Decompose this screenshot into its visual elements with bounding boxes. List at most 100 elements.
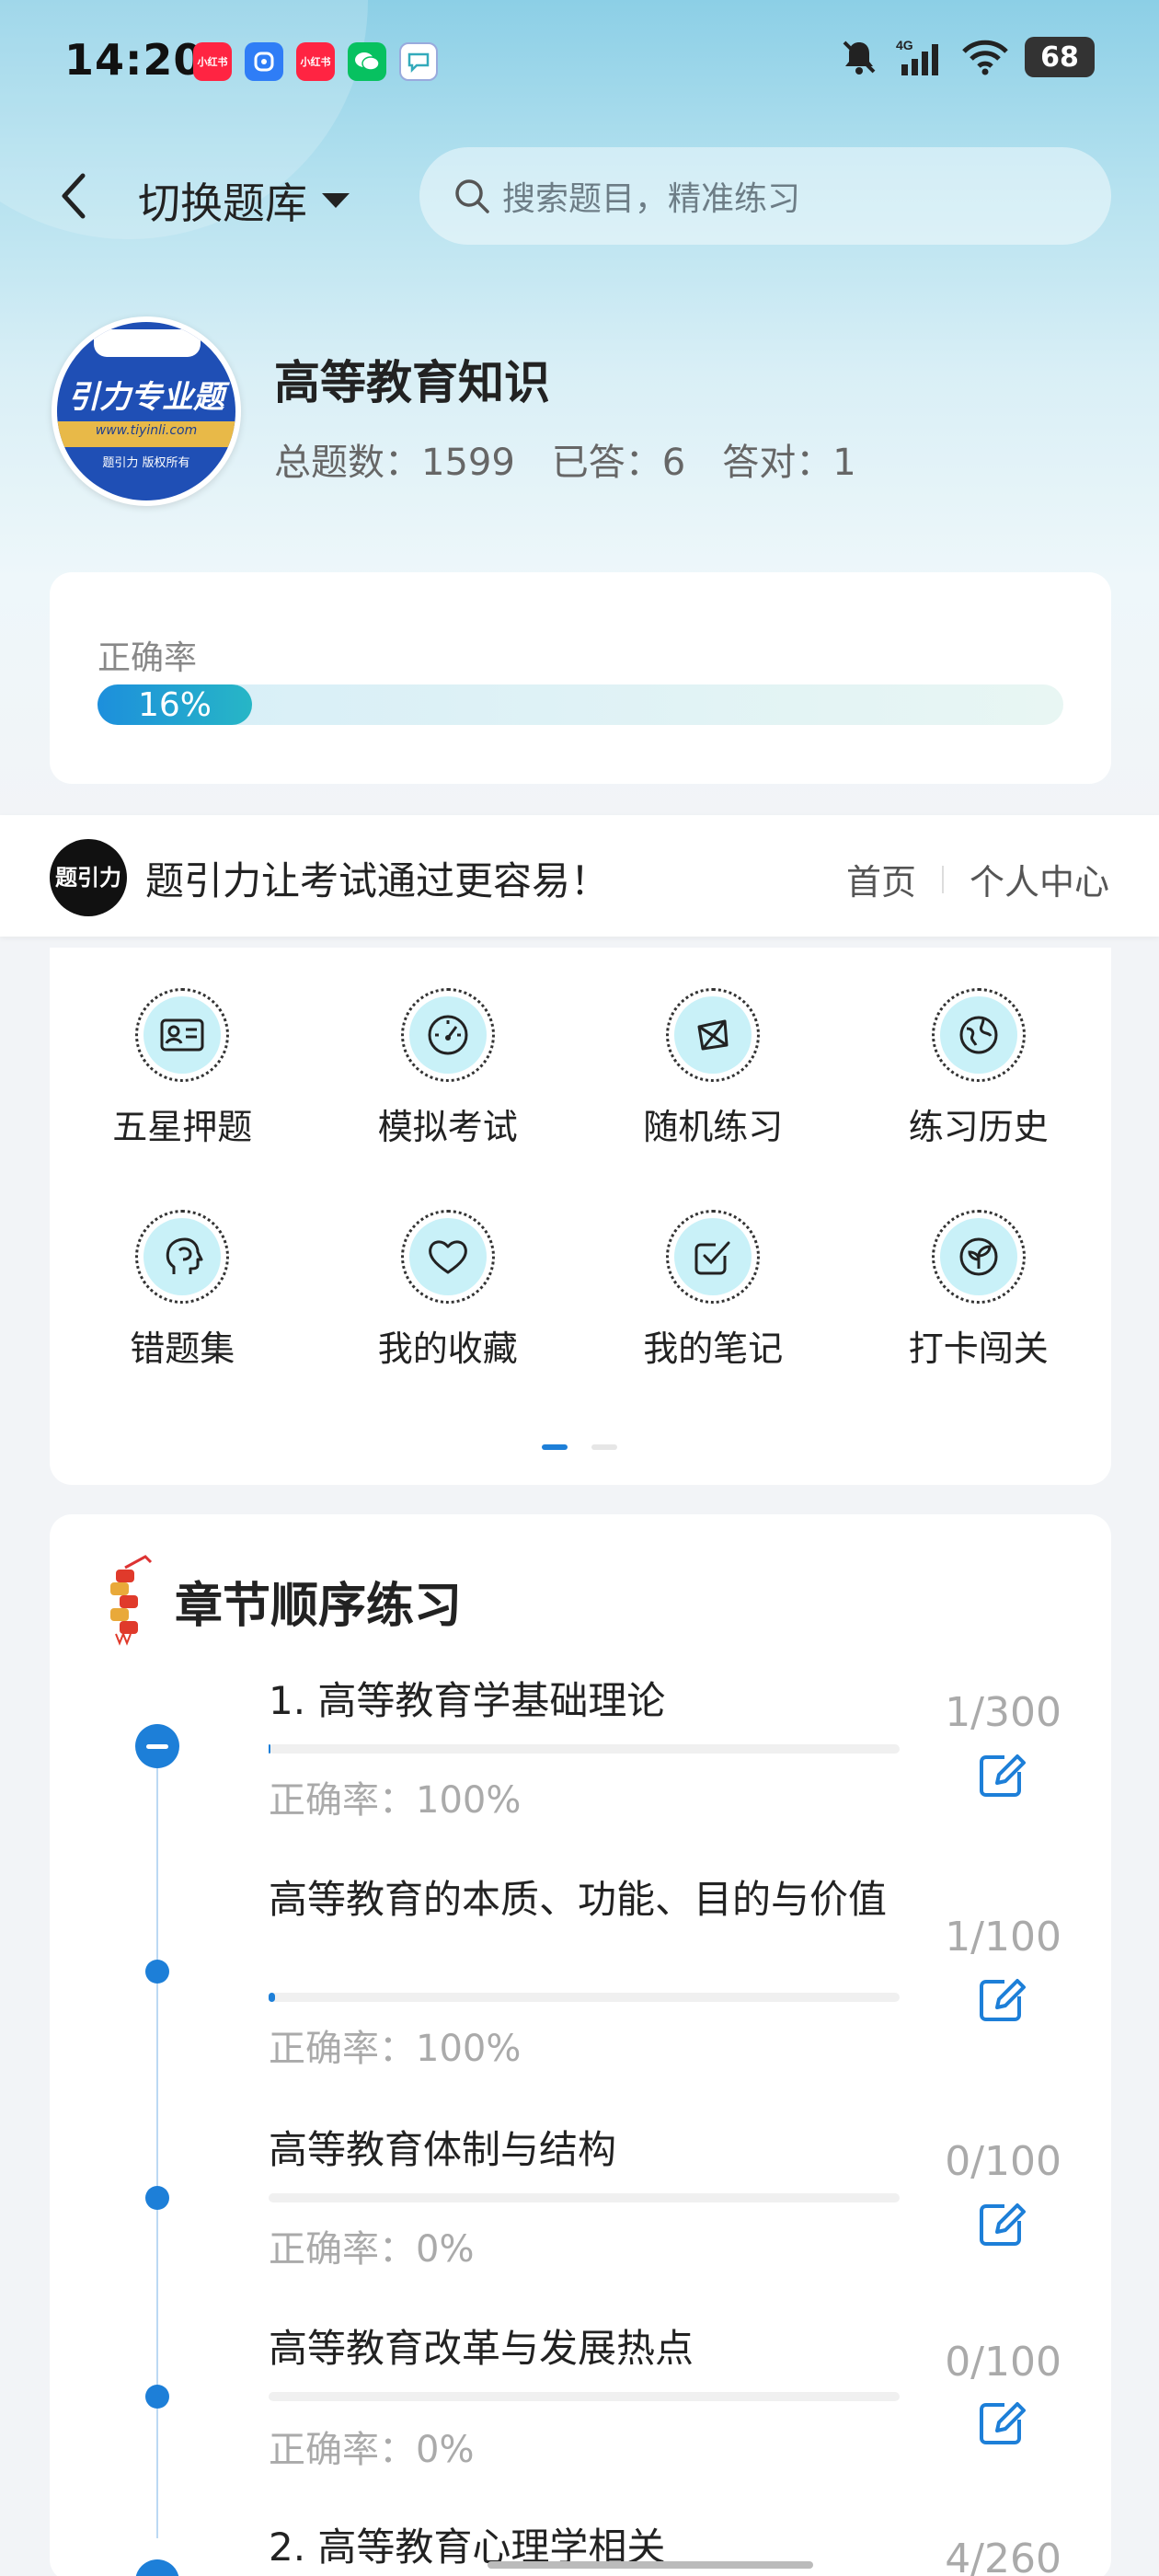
feature-icon-circle bbox=[674, 996, 752, 1074]
chapter-section-title: 章节顺序练习 bbox=[175, 1578, 463, 1634]
chapter-title[interactable]: 高等教育体制与结构 bbox=[269, 2125, 903, 2175]
feature-favorites[interactable]: 我的收藏 bbox=[316, 1210, 581, 1371]
wechat-icon bbox=[348, 42, 386, 81]
edit-icon[interactable] bbox=[977, 1974, 1028, 2026]
chapter-progress-track bbox=[269, 1744, 900, 1754]
feature-icon-circle bbox=[408, 996, 487, 1074]
checkbox-icon bbox=[694, 1241, 730, 1275]
accuracy-progress-track: 16% bbox=[98, 684, 1063, 725]
feature-notes[interactable]: 我的笔记 bbox=[580, 1210, 846, 1371]
feature-icon-circle bbox=[674, 1218, 752, 1295]
cellular-signal-icon: 4G bbox=[896, 38, 938, 75]
firecracker-icon bbox=[110, 1555, 153, 1646]
features-grid: 五星押题 模拟考试 随机练习 练习历史 错题集 我的收藏 我的笔记 打卡闯关 bbox=[50, 988, 1111, 1371]
features-card: 五星押题 模拟考试 随机练习 练习历史 错题集 我的收藏 我的笔记 打卡闯关 bbox=[50, 948, 1111, 1485]
accuracy-card: 正确率 16% bbox=[50, 572, 1111, 784]
switch-bank-label: 切换题库 bbox=[138, 178, 307, 228]
banner-links: 首页 个人中心 bbox=[846, 854, 1109, 904]
link-divider bbox=[941, 865, 944, 893]
notification-icons: 小红书 小红书 bbox=[193, 42, 438, 81]
caret-down-icon bbox=[322, 193, 350, 208]
edit-icon[interactable] bbox=[977, 2199, 1028, 2250]
feature-label: 我的收藏 bbox=[377, 1328, 518, 1369]
chapter-practice-card: 章节顺序练习 1. 高等教育学基础理论 正确率：100% 1/300 高等教育的… bbox=[50, 1514, 1111, 2576]
battery-indicator: 68 bbox=[1025, 37, 1095, 77]
chapter-title[interactable]: 高等教育的本质、功能、目的与价值 bbox=[269, 1875, 903, 1925]
search-placeholder: 搜索题目，精准练习 bbox=[502, 180, 801, 218]
page-indicator bbox=[542, 1444, 617, 1450]
correct-count: 答对：1 bbox=[722, 442, 856, 484]
wifi-icon bbox=[962, 40, 1008, 75]
chapter-count: 1/100 bbox=[945, 1914, 1061, 1961]
chapter-title[interactable]: 1. 高等教育学基础理论 bbox=[269, 1676, 903, 1726]
home-link[interactable]: 首页 bbox=[846, 854, 916, 904]
chapter-progress-track bbox=[269, 1993, 900, 2002]
leaf-icon bbox=[959, 1237, 998, 1276]
app-icon bbox=[245, 42, 283, 81]
feature-icon-ring bbox=[400, 1210, 495, 1304]
question-bank-logo: 引力专业题 www.tiyinli.com 题引力 版权所有 bbox=[52, 316, 241, 506]
bank-stats: 总题数：1599 已答：6 答对：1 bbox=[274, 432, 856, 486]
status-time: 14:20 bbox=[64, 35, 204, 85]
feature-five-star[interactable]: 五星押题 bbox=[50, 988, 316, 1149]
feature-label: 五星押题 bbox=[112, 1107, 253, 1147]
chevron-left-icon bbox=[62, 173, 86, 219]
logo-url: www.tiyinli.com bbox=[95, 423, 198, 438]
feature-icon-circle bbox=[939, 1218, 1017, 1295]
switch-bank-dropdown[interactable]: 切换题库 bbox=[138, 170, 351, 231]
speedometer-icon bbox=[428, 1015, 468, 1055]
feature-icon-ring bbox=[400, 988, 495, 1082]
chapter-progress-track bbox=[269, 2392, 900, 2401]
page-dot[interactable] bbox=[591, 1444, 617, 1450]
timeline-line bbox=[156, 1747, 158, 2538]
feature-icon-ring bbox=[931, 1210, 1026, 1304]
chapter-accuracy: 正确率：0% bbox=[269, 2228, 475, 2271]
tiyinli-logo: 题引力 bbox=[50, 839, 127, 916]
feature-icon-ring bbox=[666, 988, 761, 1082]
feature-check-in[interactable]: 打卡闯关 bbox=[846, 1210, 1112, 1371]
chapter-accuracy: 正确率：100% bbox=[269, 1779, 522, 1822]
feature-wrong-questions[interactable]: 错题集 bbox=[50, 1210, 316, 1371]
answered-count: 已答：6 bbox=[551, 442, 686, 484]
timeline-dot bbox=[145, 2385, 169, 2409]
feature-icon-ring bbox=[135, 1210, 230, 1304]
edit-icon[interactable] bbox=[977, 2398, 1028, 2449]
home-indicator[interactable] bbox=[488, 2561, 813, 2569]
chapter-progress-track bbox=[269, 2193, 900, 2202]
search-input[interactable]: 搜索题目，精准练习 bbox=[419, 147, 1111, 245]
accuracy-label: 正确率 bbox=[98, 639, 198, 677]
feature-label: 打卡闯关 bbox=[908, 1328, 1049, 1369]
feature-practice-history[interactable]: 练习历史 bbox=[846, 988, 1112, 1149]
bank-title: 高等教育知识 bbox=[274, 356, 550, 409]
xiaohongshu-icon: 小红书 bbox=[296, 42, 335, 81]
feature-mock-exam[interactable]: 模拟考试 bbox=[316, 988, 581, 1149]
collapse-toggle[interactable] bbox=[135, 1724, 179, 1768]
chapter-count: 0/100 bbox=[945, 2339, 1061, 2386]
search-icon bbox=[455, 179, 489, 213]
profile-link[interactable]: 个人中心 bbox=[970, 854, 1109, 904]
message-icon bbox=[399, 42, 438, 81]
feature-icon-circle bbox=[143, 996, 222, 1074]
chapter-title[interactable]: 高等教育改革与发展热点 bbox=[269, 2324, 903, 2374]
chapter-accuracy: 正确率：100% bbox=[269, 2028, 522, 2070]
feature-random-practice[interactable]: 随机练习 bbox=[580, 988, 846, 1149]
edit-icon[interactable] bbox=[977, 1750, 1028, 1801]
svg-text:4G: 4G bbox=[896, 38, 913, 52]
logo-copyright: 题引力 版权所有 bbox=[102, 456, 190, 470]
page-dot-active[interactable] bbox=[542, 1444, 568, 1450]
feature-icon-circle bbox=[143, 1218, 222, 1295]
globe-icon bbox=[959, 1016, 998, 1054]
feature-label: 练习历史 bbox=[908, 1107, 1049, 1147]
promo-banner: 题引力 题引力让考试通过更容易！ 首页 个人中心 bbox=[0, 815, 1159, 937]
status-right-icons: 4G 68 bbox=[839, 37, 1095, 77]
feature-icon-circle bbox=[939, 996, 1017, 1074]
feature-label: 随机练习 bbox=[643, 1107, 784, 1147]
back-button[interactable] bbox=[46, 164, 101, 228]
chapter-progress-fill bbox=[269, 1744, 271, 1754]
feature-icon-ring bbox=[666, 1210, 761, 1304]
collapse-toggle[interactable] bbox=[135, 2559, 179, 2576]
head-icon bbox=[166, 1237, 203, 1274]
chapter-count: 1/300 bbox=[945, 1689, 1061, 1736]
network-icon bbox=[697, 1019, 729, 1051]
feature-icon-ring bbox=[135, 988, 230, 1082]
